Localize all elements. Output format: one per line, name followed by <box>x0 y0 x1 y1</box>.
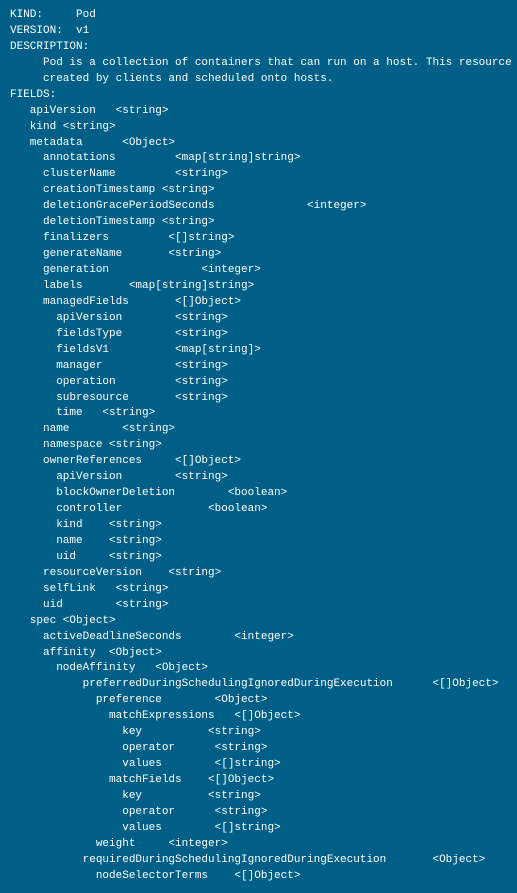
terminal-line: DESCRIPTION: <box>10 40 507 56</box>
terminal-line: fieldsType <string> <box>10 327 507 343</box>
terminal-line: nodeAffinity <Object> <box>10 661 507 677</box>
terminal-line: deletionTimestamp <string> <box>10 215 507 231</box>
terminal-line: spec <Object> <box>10 614 507 630</box>
terminal-line: ownerReferences <[]Object> <box>10 454 507 470</box>
terminal-line: apiVersion <string> <box>10 311 507 327</box>
terminal-line: uid <string> <box>10 550 507 566</box>
terminal-line: weight <integer> <box>10 837 507 853</box>
terminal-line: affinity <Object> <box>10 646 507 662</box>
terminal-line: VERSION: v1 <box>10 24 507 40</box>
terminal-content: KIND: PodVERSION: v1DESCRIPTION: Pod is … <box>10 8 507 885</box>
terminal-line: operation <string> <box>10 375 507 391</box>
terminal-line: deletionGracePeriodSeconds <integer> <box>10 199 507 215</box>
terminal-line: FIELDS: <box>10 88 507 104</box>
terminal-line: finalizers <[]string> <box>10 231 507 247</box>
terminal-line: preference <Object> <box>10 693 507 709</box>
terminal-line: nodeSelectorTerms <[]Object> <box>10 869 507 885</box>
terminal-line: labels <map[string]string> <box>10 279 507 295</box>
terminal-line: controller <boolean> <box>10 502 507 518</box>
terminal-line: requiredDuringSchedulingIgnoredDuringExe… <box>10 853 507 869</box>
terminal-line: generateName <string> <box>10 247 507 263</box>
terminal-line: metadata <Object> <box>10 136 507 152</box>
terminal-line: annotations <map[string]string> <box>10 151 507 167</box>
terminal-line: operator <string> <box>10 805 507 821</box>
terminal-line: resourceVersion <string> <box>10 566 507 582</box>
terminal-line: blockOwnerDeletion <boolean> <box>10 486 507 502</box>
terminal-line: KIND: Pod <box>10 8 507 24</box>
terminal-line: managedFields <[]Object> <box>10 295 507 311</box>
terminal-line: apiVersion <string> <box>10 470 507 486</box>
terminal-line: apiVersion <string> <box>10 104 507 120</box>
terminal-line: key <string> <box>10 725 507 741</box>
terminal-line: created by clients and scheduled onto ho… <box>10 72 507 88</box>
terminal-line: kind <string> <box>10 120 507 136</box>
terminal-line: uid <string> <box>10 598 507 614</box>
terminal-line: selfLink <string> <box>10 582 507 598</box>
terminal-line: name <string> <box>10 422 507 438</box>
terminal-line: manager <string> <box>10 359 507 375</box>
terminal-line: kind <string> <box>10 518 507 534</box>
terminal-line: fieldsV1 <map[string]> <box>10 343 507 359</box>
terminal-line: key <string> <box>10 789 507 805</box>
terminal-line: Pod is a collection of containers that c… <box>10 56 507 72</box>
terminal-line: namespace <string> <box>10 438 507 454</box>
terminal-line: values <[]string> <box>10 821 507 837</box>
terminal-line: values <[]string> <box>10 757 507 773</box>
terminal-line: creationTimestamp <string> <box>10 183 507 199</box>
terminal-line: name <string> <box>10 534 507 550</box>
terminal-line: operator <string> <box>10 741 507 757</box>
terminal-line: matchFields <[]Object> <box>10 773 507 789</box>
terminal-line: generation <integer> <box>10 263 507 279</box>
terminal-line: matchExpressions <[]Object> <box>10 709 507 725</box>
terminal-line: time <string> <box>10 406 507 422</box>
terminal-line: preferredDuringSchedulingIgnoredDuringEx… <box>10 677 507 693</box>
terminal-line: clusterName <string> <box>10 167 507 183</box>
terminal-line: subresource <string> <box>10 391 507 407</box>
terminal-line: activeDeadlineSeconds <integer> <box>10 630 507 646</box>
